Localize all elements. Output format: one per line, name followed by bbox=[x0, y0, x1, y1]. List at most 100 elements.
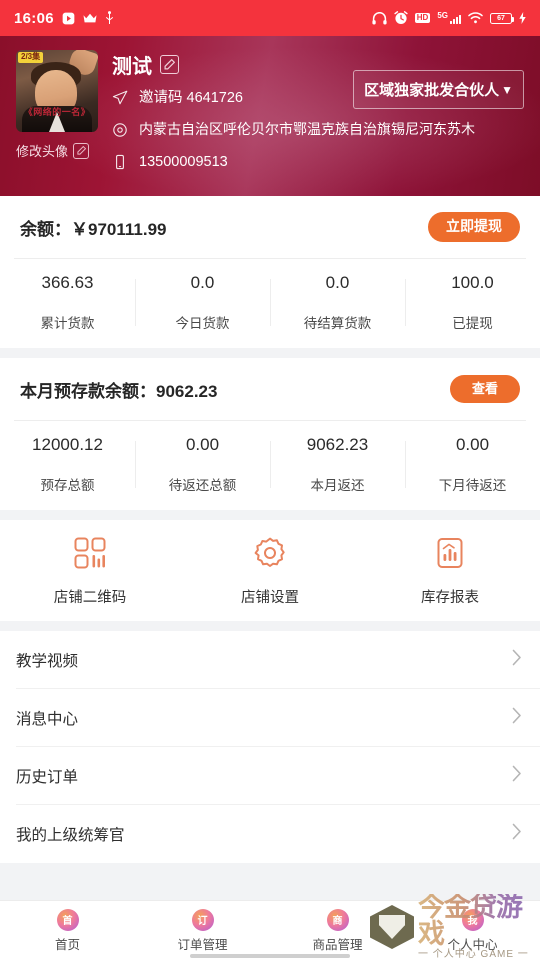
stat-value: 0.00 bbox=[455, 435, 490, 454]
send-plane-icon bbox=[112, 90, 130, 111]
stat-value: 0.0 bbox=[325, 273, 350, 292]
stat-label: 本月返还 bbox=[310, 478, 365, 493]
list-item[interactable]: 我的上级统筹官 bbox=[0, 805, 540, 863]
section-gap bbox=[0, 621, 540, 631]
stat-label: 待返还总额 bbox=[168, 478, 237, 493]
stat-item: 0.0 今日货款 bbox=[135, 273, 270, 332]
menu-item-label: 我的上级统筹官 bbox=[16, 827, 125, 844]
stat-item: 0.0 待结算货款 bbox=[270, 273, 405, 332]
order-icon: 订 bbox=[191, 908, 214, 931]
shortcut-label: 库存报表 bbox=[421, 590, 479, 606]
chevron-right-icon bbox=[512, 823, 522, 845]
battery-icon: 67 bbox=[490, 12, 514, 24]
prepaid-card: 本月预存款余额：9062.23 查看 12000.12 预存总额 0.00 待返… bbox=[0, 358, 540, 510]
tab-personal-center[interactable]: 我 个人中心 bbox=[405, 908, 540, 953]
stat-item: 0.00 下月待返还 bbox=[405, 435, 540, 494]
edit-avatar-label: 修改头像 bbox=[16, 144, 69, 159]
stat-value: 366.63 bbox=[41, 273, 94, 292]
product-icon: 商 bbox=[326, 908, 349, 931]
home-icon: 首 bbox=[56, 908, 79, 931]
shortcut-store-qrcode[interactable]: 店铺二维码 bbox=[0, 536, 180, 607]
list-item[interactable]: 教学视频 bbox=[0, 631, 540, 689]
shortcut-label: 店铺二维码 bbox=[53, 590, 127, 606]
balance-stats: 366.63 累计货款 0.0 今日货款 0.0 待结算货款 100.0 已提现 bbox=[0, 259, 540, 348]
crown-icon bbox=[83, 13, 97, 24]
phone-number: 13500009513 bbox=[139, 154, 228, 170]
invite-code: 4641726 bbox=[186, 90, 243, 106]
stat-value: 100.0 bbox=[451, 273, 494, 292]
list-item[interactable]: 历史订单 bbox=[0, 747, 540, 805]
wifi-icon bbox=[468, 12, 483, 24]
pencil-icon bbox=[73, 142, 90, 159]
status-bar-right: HD 5G 67 bbox=[372, 11, 526, 25]
usb-icon bbox=[105, 11, 114, 25]
stat-label: 累计货款 bbox=[40, 316, 95, 331]
stat-item: 100.0 已提现 bbox=[405, 273, 540, 332]
chevron-right-icon bbox=[512, 707, 522, 729]
stat-label: 下月待返还 bbox=[438, 478, 507, 493]
location-pin-icon bbox=[112, 122, 130, 143]
stat-label: 今日货款 bbox=[175, 316, 230, 331]
shortcut-label: 店铺设置 bbox=[241, 590, 299, 606]
chevron-down-icon: ▼ bbox=[501, 82, 513, 97]
tab-label: 首页 bbox=[54, 937, 80, 952]
charging-bolt-icon bbox=[519, 12, 526, 24]
qr-code-icon bbox=[73, 536, 107, 575]
chevron-right-icon bbox=[512, 765, 522, 787]
stat-label: 已提现 bbox=[452, 316, 493, 331]
partner-level-label: 区域独家批发合伙人 bbox=[364, 82, 500, 99]
edit-name-icon[interactable] bbox=[160, 55, 179, 74]
status-bar: 16:06 HD 5G 67 bbox=[0, 0, 540, 36]
mobile-phone-icon bbox=[112, 154, 130, 175]
status-time: 16:06 bbox=[14, 9, 54, 27]
balance-card: 余额：￥970111.99 立即提现 366.63 累计货款 0.0 今日货款 … bbox=[0, 196, 540, 348]
tab-label: 个人中心 bbox=[447, 937, 498, 952]
tab-home[interactable]: 首 首页 bbox=[0, 908, 135, 953]
hd-icon: HD bbox=[414, 13, 431, 23]
profile-header: 2/3集 《网络的一名》 修改头像 测试 邀请码 4641726 内蒙古自治区呼… bbox=[0, 36, 540, 196]
balance-summary-row: 余额：￥970111.99 立即提现 bbox=[0, 196, 540, 258]
balance-label: 余额：￥970111.99 bbox=[20, 219, 167, 239]
menu-list: 教学视频 消息中心 历史订单 我的上级统筹官 bbox=[0, 631, 540, 863]
avatar[interactable]: 2/3集 《网络的一名》 bbox=[16, 50, 98, 132]
tab-label: 商品管理 bbox=[312, 937, 363, 952]
tab-order-management[interactable]: 订 订单管理 bbox=[135, 908, 270, 953]
section-gap bbox=[0, 348, 540, 358]
address-row: 内蒙古自治区呼伦贝尔市鄂温克族自治旗锡尼河东苏木 bbox=[112, 120, 524, 143]
avatar-column: 2/3集 《网络的一名》 修改头像 bbox=[16, 50, 108, 196]
signal-bars bbox=[450, 15, 461, 24]
tab-product-management[interactable]: 商 商品管理 bbox=[270, 908, 405, 953]
media-play-icon bbox=[62, 12, 75, 25]
home-indicator bbox=[190, 954, 350, 958]
stat-label: 待结算货款 bbox=[303, 316, 372, 331]
battery-level: 67 bbox=[497, 14, 505, 22]
app-screen: 16:06 HD 5G 67 2/3集 《网络的一名》 修改头像 测试 邀请码 … bbox=[0, 0, 540, 960]
avatar-caption: 《网络的一名》 bbox=[23, 107, 91, 117]
stat-item: 0.00 待返还总额 bbox=[135, 435, 270, 494]
stat-item: 366.63 累计货款 bbox=[0, 273, 135, 332]
invite-label: 邀请码 bbox=[139, 90, 183, 106]
menu-item-label: 教学视频 bbox=[16, 653, 79, 670]
bottom-tab-bar: 首 首页 订 订单管理 商 商品管理 我 个人中心 bbox=[0, 900, 540, 960]
network-type-label: 5G bbox=[437, 11, 448, 20]
list-item[interactable]: 消息中心 bbox=[0, 689, 540, 747]
invite-code-text: 邀请码 4641726 bbox=[139, 88, 243, 109]
view-button[interactable]: 查看 bbox=[449, 374, 520, 404]
stat-value: 0.0 bbox=[190, 273, 215, 292]
partner-level-selector[interactable]: 区域独家批发合伙人 ▼ bbox=[353, 70, 524, 109]
edit-avatar-button[interactable]: 修改头像 bbox=[16, 141, 108, 160]
avatar-episode-tag: 2/3集 bbox=[18, 52, 44, 63]
stat-value: 12000.12 bbox=[32, 435, 103, 454]
address-text: 内蒙古自治区呼伦贝尔市鄂温克族自治旗锡尼河东苏木 bbox=[139, 121, 475, 137]
menu-item-label: 消息中心 bbox=[16, 711, 79, 728]
shortcut-store-settings[interactable]: 店铺设置 bbox=[180, 536, 360, 607]
prepaid-stats: 12000.12 预存总额 0.00 待返还总额 9062.23 本月返还 0.… bbox=[0, 421, 540, 510]
prepaid-label: 本月预存款余额：9062.23 bbox=[20, 381, 218, 401]
signal-5g-icon: 5G bbox=[437, 12, 461, 24]
withdraw-button[interactable]: 立即提现 bbox=[428, 212, 520, 242]
chevron-right-icon bbox=[512, 649, 522, 671]
shortcut-inventory-report[interactable]: 库存报表 bbox=[360, 536, 540, 607]
stat-item: 9062.23 本月返还 bbox=[270, 435, 405, 494]
gear-icon bbox=[253, 536, 287, 575]
phone-row: 13500009513 bbox=[112, 152, 524, 175]
